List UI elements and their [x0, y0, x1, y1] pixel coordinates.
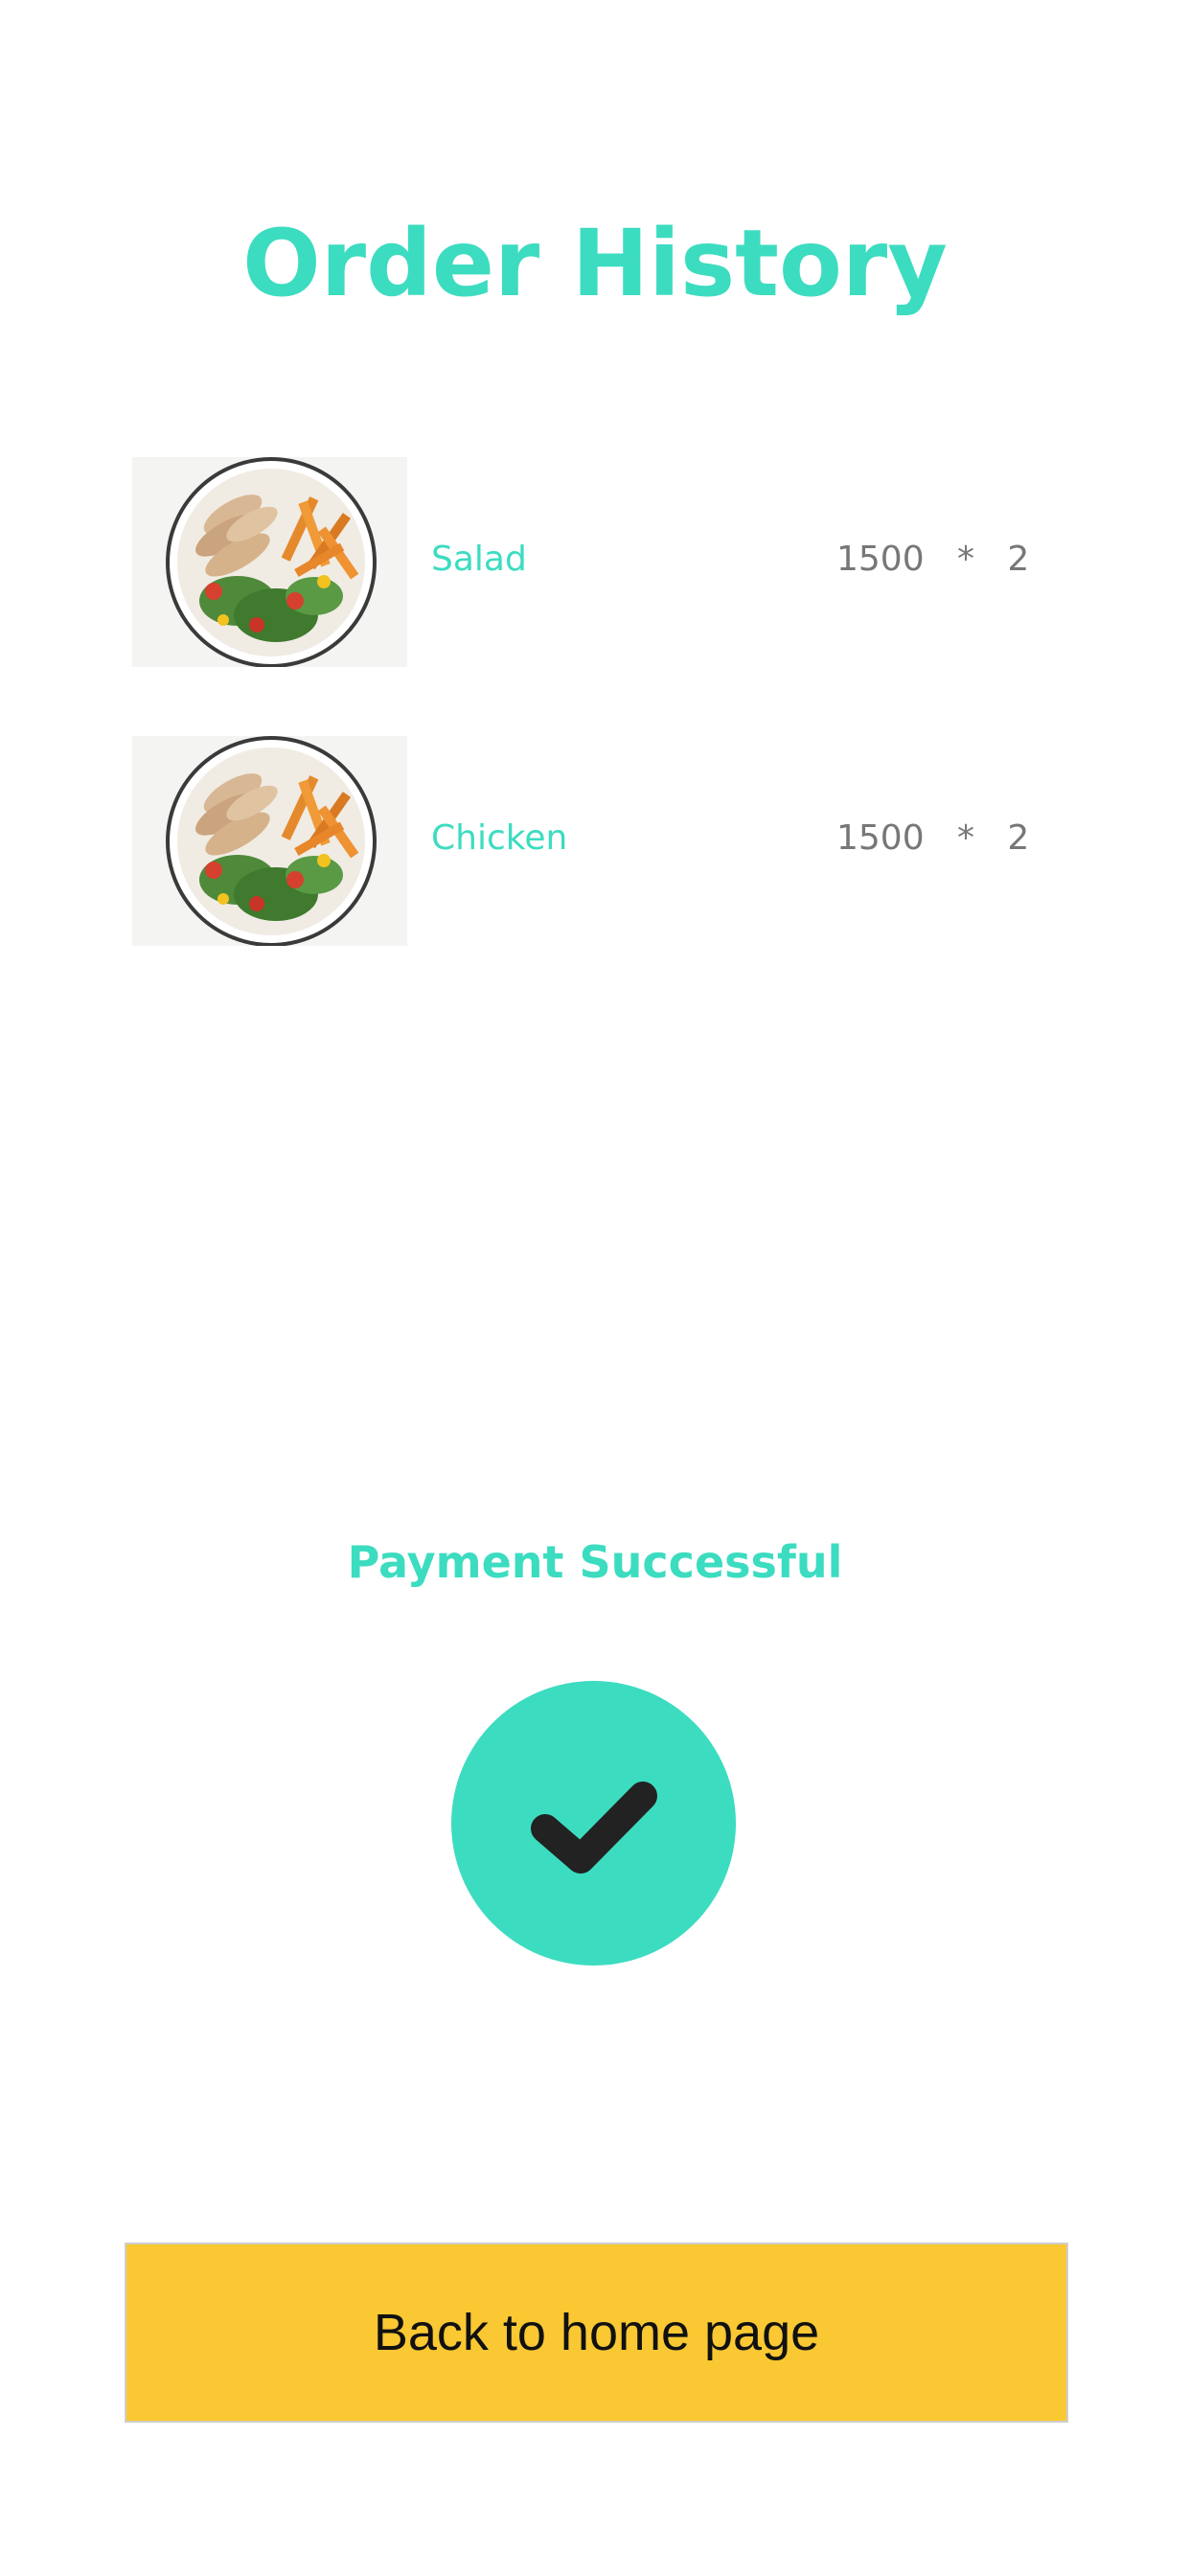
checkmark-icon: [531, 1782, 657, 1874]
order-item-quantity: 2: [1007, 540, 1030, 579]
payment-status-text: Payment Successful: [347, 1536, 843, 1588]
order-item-price: 1500: [836, 540, 925, 579]
order-item[interactable]: Salad 1500 * 2: [132, 457, 1062, 667]
food-plate-icon: [132, 736, 407, 946]
back-to-home-button[interactable]: Back to home page: [125, 2242, 1068, 2423]
order-item[interactable]: Chicken 1500 * 2: [132, 736, 1062, 946]
order-history-screen: Order History Salad 1500 * 2 Chicken 150…: [0, 0, 1190, 2576]
order-item-name: Salad: [431, 540, 527, 579]
order-item-price: 1500: [836, 818, 925, 858]
order-item-quantity: 2: [1007, 818, 1030, 858]
food-plate-icon: [132, 457, 407, 667]
order-item-price-quantity: 1500 * 2: [836, 536, 1029, 584]
multiply-sign: *: [956, 818, 974, 858]
order-item-name: Chicken: [431, 818, 568, 858]
order-item-price-quantity: 1500 * 2: [836, 815, 1029, 862]
page-title: Order History: [242, 210, 948, 317]
payment-success-badge: [451, 1681, 736, 1966]
multiply-sign: *: [956, 540, 974, 579]
